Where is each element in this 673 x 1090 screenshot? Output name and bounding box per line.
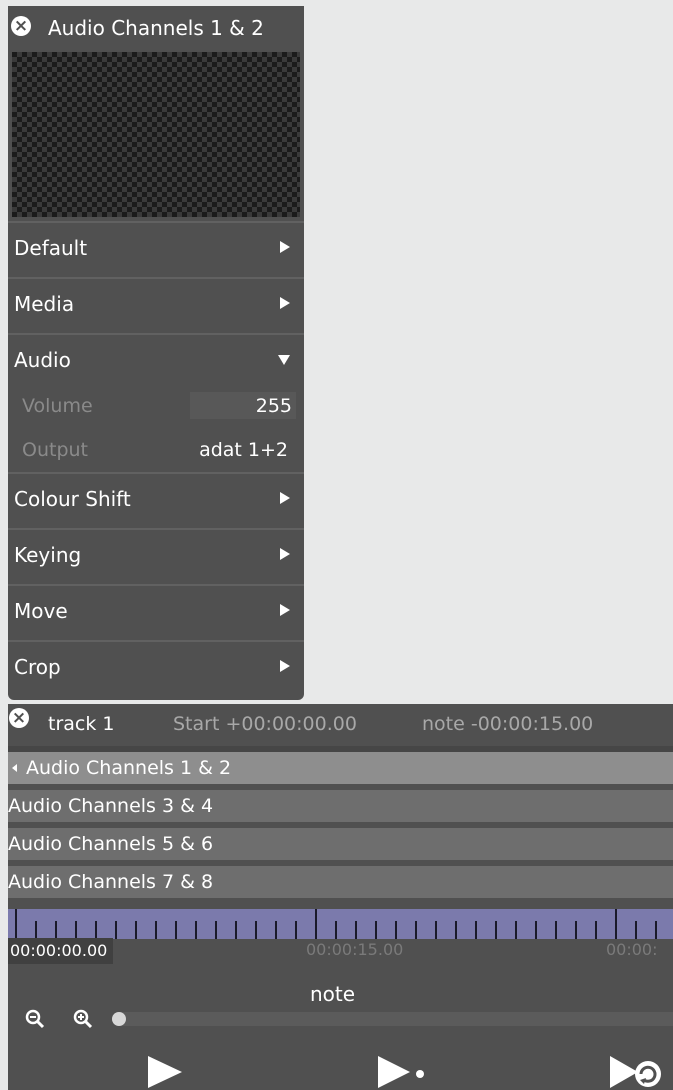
- section-label: Crop: [14, 655, 61, 679]
- output-select[interactable]: adat 1+2: [199, 439, 288, 461]
- collapse-arrow-icon: [278, 355, 290, 365]
- section-crop[interactable]: Crop: [8, 640, 304, 691]
- expand-arrow-icon: [280, 297, 290, 309]
- note-label: note: [310, 982, 356, 1006]
- expand-arrow-icon: [280, 492, 290, 504]
- clip-audio-channels-1-2[interactable]: Audio Channels 1 & 2: [8, 752, 673, 784]
- volume-label: Volume: [22, 395, 93, 417]
- loop-play-icon[interactable]: [608, 1054, 664, 1090]
- section-label: Colour Shift: [14, 487, 131, 511]
- clip-label: Audio Channels 5 & 6: [8, 833, 214, 855]
- section-keying[interactable]: Keying: [8, 528, 304, 579]
- expand-arrow-icon: [280, 660, 290, 672]
- section-label: Default: [14, 236, 88, 260]
- close-icon[interactable]: ×: [9, 708, 29, 728]
- clip-label: Audio Channels 1 & 2: [26, 757, 232, 779]
- panel-header: × Audio Channels 1 & 2: [8, 6, 304, 50]
- volume-value[interactable]: 255: [256, 395, 292, 417]
- close-icon[interactable]: ×: [11, 16, 31, 36]
- section-default[interactable]: Default: [8, 221, 304, 272]
- track-note-time: note -00:00:15.00: [422, 713, 594, 735]
- zoom-out-icon[interactable]: [24, 1008, 46, 1030]
- play-next-icon[interactable]: [376, 1054, 432, 1090]
- section-label: Keying: [14, 543, 82, 567]
- time-marker-15: 00:00:15.00: [306, 940, 404, 959]
- section-label: Media: [14, 292, 75, 316]
- play-icon[interactable]: [146, 1054, 186, 1090]
- scrollbar-thumb[interactable]: [112, 1012, 126, 1026]
- section-audio[interactable]: Audio: [8, 333, 304, 384]
- output-label: Output: [22, 439, 88, 461]
- timeline-scrollbar[interactable]: [112, 1012, 673, 1026]
- expand-arrow-icon: [280, 604, 290, 616]
- section-move[interactable]: Move: [8, 584, 304, 635]
- section-media[interactable]: Media: [8, 277, 304, 328]
- zoom-in-icon[interactable]: [72, 1008, 94, 1030]
- time-marker-30: 00:00:: [606, 940, 658, 959]
- section-label: Audio: [14, 348, 71, 372]
- track-panel: × track 1 Start +00:00:00.00 note -00:00…: [8, 704, 673, 1090]
- expand-arrow-icon: [280, 241, 290, 253]
- media-preview: [12, 52, 300, 217]
- track-start-time: Start +00:00:00.00: [173, 713, 357, 735]
- clip-label: Audio Channels 3 & 4: [8, 795, 214, 817]
- section-label: Move: [14, 599, 68, 623]
- clip-audio-channels-3-4[interactable]: Audio Channels 3 & 4: [8, 790, 673, 822]
- track-name: track 1: [48, 713, 115, 735]
- clip-audio-channels-7-8[interactable]: Audio Channels 7 & 8: [8, 866, 673, 898]
- expand-arrow-icon: [280, 548, 290, 560]
- timeline-ruler[interactable]: [8, 909, 673, 939]
- ruler-ticks: [15, 909, 657, 939]
- clip-audio-channels-5-6[interactable]: Audio Channels 5 & 6: [8, 828, 673, 860]
- panel-title: Audio Channels 1 & 2: [48, 16, 264, 40]
- clip-label: Audio Channels 7 & 8: [8, 871, 214, 893]
- clip-properties-panel: × Audio Channels 1 & 2 Default Media Aud…: [8, 6, 304, 700]
- left-arrow-icon: [12, 764, 17, 772]
- section-colour-shift[interactable]: Colour Shift: [8, 472, 304, 523]
- current-time: 00:00:00.00: [8, 938, 114, 964]
